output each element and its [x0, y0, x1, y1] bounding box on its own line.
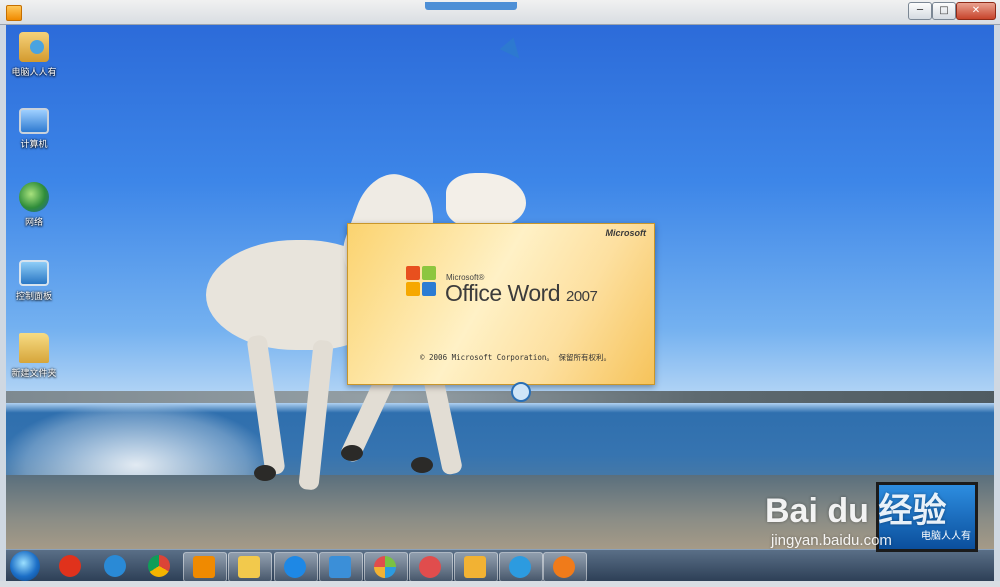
office-logo-icon: [406, 266, 438, 298]
start-orb-icon[interactable]: [10, 551, 40, 581]
desktop-icon-user-folder[interactable]: 电脑人人有: [6, 32, 62, 78]
watermark-url: jingyan.baidu.com: [771, 532, 892, 549]
taskbar-item-jiang[interactable]: [50, 552, 92, 580]
desktop-area: 电脑人人有 计算机 网络 控制面板 新建文件夹 Microsoft Micros…: [6, 25, 994, 549]
busy-cursor-icon: [511, 382, 531, 402]
product-year: 2007: [565, 288, 598, 305]
shoreline: [6, 391, 994, 403]
horse-head: [446, 173, 526, 228]
taskbar-item-qq-browser[interactable]: [274, 552, 318, 582]
desktop-icon-label: 计算机: [20, 139, 48, 149]
taskbar-item-paint[interactable]: [409, 552, 453, 582]
user-folder-icon: [19, 32, 49, 62]
taskbar-item-file-manager[interactable]: [454, 552, 498, 582]
horse-leg: [298, 339, 334, 491]
window-titlebar: ─ □ ✕: [0, 0, 1000, 25]
taskbar-item-firefox[interactable]: [543, 552, 587, 582]
close-button[interactable]: ✕: [956, 2, 996, 20]
file-manager-icon: [464, 556, 486, 578]
windows-explorer-icon: [238, 556, 260, 578]
desktop-icon-label: 控制面板: [15, 291, 52, 301]
product-name: Office Word: [445, 280, 561, 306]
mouse-pointer-icon: [499, 37, 527, 65]
taskbar-item-chrome[interactable]: [139, 552, 181, 580]
desktop-icon-new-folder[interactable]: 新建文件夹: [6, 333, 62, 379]
microsoft-brand: Microsoft: [605, 228, 647, 238]
watermark-logo: Bai du 经验: [765, 492, 947, 530]
video-app-icon: [509, 556, 531, 578]
taskbar-item-media-player[interactable]: [183, 552, 227, 582]
copyright-text: © 2006 Microsoft Corporation。 保留所有权利。: [420, 353, 611, 362]
remote-desktop-icon: [329, 556, 351, 578]
product-title: Office Word 2007: [445, 280, 598, 307]
taskbar-item-explorer[interactable]: [228, 552, 272, 582]
horse-hoof: [411, 457, 433, 473]
taskbar-item-ie[interactable]: [95, 552, 137, 580]
internet-explorer-icon: [104, 555, 126, 577]
taskbar-item-remote-desktop[interactable]: [319, 552, 363, 582]
horse-hoof: [341, 445, 363, 461]
taskbar: [6, 549, 994, 582]
taskbar-item-video-app[interactable]: [499, 552, 543, 582]
network-globe-icon: [19, 182, 49, 212]
app-icon[interactable]: [6, 5, 22, 21]
word-splash-screen: Microsoft Microsoft® Office Word 2007 © …: [347, 223, 655, 385]
desktop-icon-control-panel[interactable]: 控制面板: [6, 260, 62, 302]
maximize-button[interactable]: □: [932, 2, 956, 20]
firefox-icon: [553, 556, 575, 578]
jiang-app-icon: [59, 555, 81, 577]
baidu-jingyan-watermark: Bai du 经验 jingyan.baidu.com: [765, 483, 946, 549]
desktop-icon-label: 新建文件夹: [11, 368, 57, 378]
desktop-icon-computer[interactable]: 计算机: [6, 108, 62, 150]
paint-icon: [419, 556, 441, 578]
qq-browser-icon: [284, 556, 306, 578]
window-bottom-frame: [0, 581, 1000, 587]
desktop-icon-network[interactable]: 网络: [6, 182, 62, 228]
desktop-icon-label: 网络: [24, 217, 43, 227]
folder-icon: [19, 333, 49, 363]
desktop-icon-label: 电脑人人有: [11, 67, 57, 77]
pinwheel-app-icon: [374, 556, 396, 578]
horse-hoof: [254, 465, 276, 481]
title-drag-strip[interactable]: [425, 2, 517, 10]
taskbar-item-pinwheel[interactable]: [364, 552, 408, 582]
computer-icon: [19, 108, 49, 134]
chrome-icon: [148, 555, 170, 577]
media-player-icon: [193, 556, 215, 578]
minimize-button[interactable]: ─: [908, 2, 932, 20]
control-panel-icon: [19, 260, 49, 286]
